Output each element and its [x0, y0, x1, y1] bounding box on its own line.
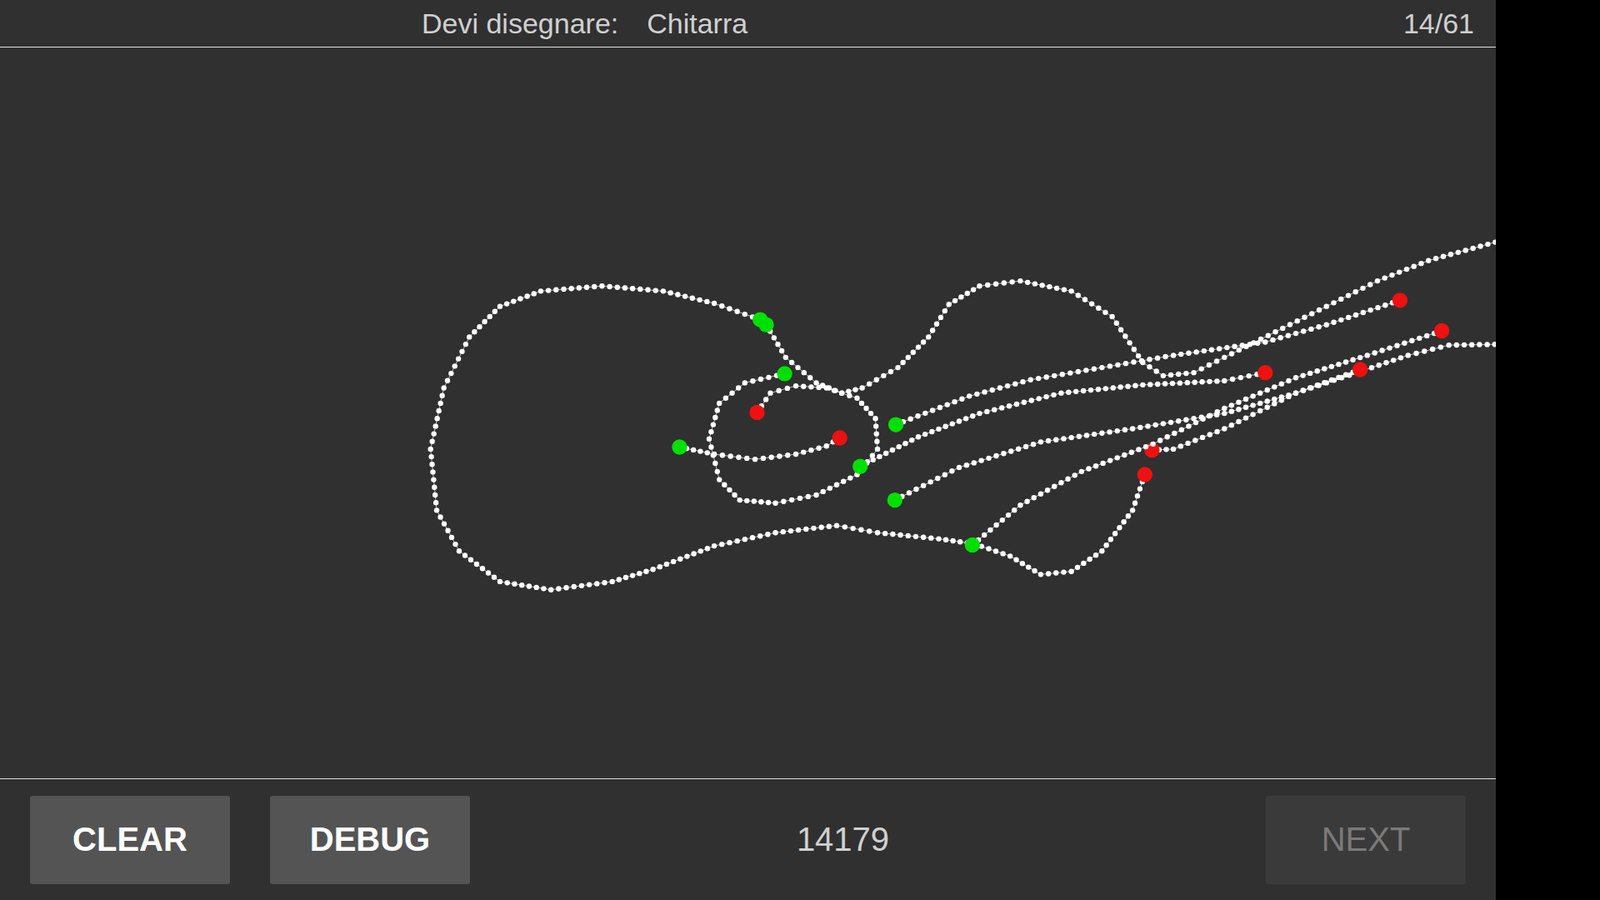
- stroke-start: [888, 416, 904, 432]
- bottom-bar: CLEAR DEBUG 14179 NEXT: [0, 778, 1496, 900]
- stroke-start: [965, 537, 980, 553]
- stroke: [758, 230, 1496, 396]
- stroke: [887, 361, 1369, 508]
- stroke: [965, 323, 1450, 553]
- drawing-canvas[interactable]: [0, 47, 1496, 779]
- debug-button[interactable]: DEBUG: [270, 795, 470, 885]
- score: 14179: [510, 820, 1226, 859]
- stroke: [1144, 336, 1496, 459]
- stroke-end: [1137, 466, 1153, 482]
- prompt-word: Chitarra: [646, 7, 748, 40]
- stroke: [706, 365, 880, 506]
- progress-counter: 14/61: [1403, 7, 1475, 40]
- screen-edge: [1495, 0, 1600, 900]
- next-button[interactable]: NEXT: [1265, 795, 1466, 885]
- stroke-end: [832, 430, 848, 445]
- stroke: [671, 430, 848, 462]
- stroke-end: [1392, 292, 1408, 308]
- stroke-end: [1257, 365, 1273, 380]
- stroke-start: [758, 317, 774, 333]
- stroke-start: [671, 439, 687, 455]
- stroke-start: [776, 365, 792, 381]
- stroke-end: [1352, 361, 1368, 377]
- stroke-end: [1434, 323, 1450, 339]
- app: Devi disegnare: Chitarra 14/61 CLEAR DEBU…: [0, 0, 1496, 900]
- prompt-label: Devi disegnare:: [421, 7, 619, 40]
- stroke: [852, 365, 1273, 475]
- stroke-end: [749, 405, 765, 420]
- strokes-layer: [0, 47, 1496, 779]
- clear-button[interactable]: CLEAR: [30, 795, 230, 885]
- stroke-start: [852, 459, 868, 475]
- stroke: [428, 283, 1153, 593]
- stroke: [888, 292, 1408, 433]
- stroke-start: [887, 492, 903, 508]
- top-bar: Devi disegnare: Chitarra 14/61: [0, 0, 1496, 48]
